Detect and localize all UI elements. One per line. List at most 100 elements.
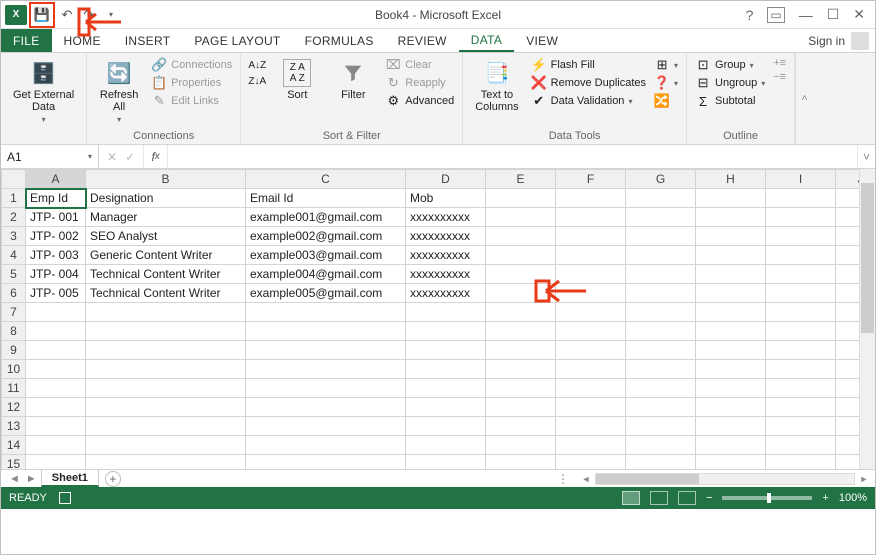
column-header-A[interactable]: A [26, 170, 86, 189]
cell-B2[interactable]: Manager [86, 208, 246, 227]
row-header-10[interactable]: 10 [2, 360, 26, 379]
maximize-icon[interactable]: ☐ [827, 6, 840, 23]
cell-E12[interactable] [486, 398, 556, 417]
page-break-view-button[interactable] [678, 491, 696, 505]
cell-E9[interactable] [486, 341, 556, 360]
cell-H6[interactable] [696, 284, 766, 303]
cell-H7[interactable] [696, 303, 766, 322]
cell-G13[interactable] [626, 417, 696, 436]
row-header-3[interactable]: 3 [2, 227, 26, 246]
hscroll-right[interactable]: ► [857, 472, 871, 486]
cell-C14[interactable] [246, 436, 406, 455]
row-header-12[interactable]: 12 [2, 398, 26, 417]
cell-D14[interactable] [406, 436, 486, 455]
help-icon[interactable]: ? [746, 7, 754, 23]
cell-A4[interactable]: JTP- 003 [26, 246, 86, 265]
cell-H11[interactable] [696, 379, 766, 398]
cell-E15[interactable] [486, 455, 556, 470]
edit-links-button[interactable]: ✎Edit Links [151, 93, 232, 109]
cell-F10[interactable] [556, 360, 626, 379]
cell-H13[interactable] [696, 417, 766, 436]
column-header-B[interactable]: B [86, 170, 246, 189]
close-icon[interactable]: ✕ [853, 6, 865, 23]
cell-H9[interactable] [696, 341, 766, 360]
cell-F6[interactable] [556, 284, 626, 303]
filter-button[interactable]: Filter [329, 57, 377, 103]
column-header-E[interactable]: E [486, 170, 556, 189]
cell-D12[interactable] [406, 398, 486, 417]
cell-I8[interactable] [766, 322, 836, 341]
cell-C3[interactable]: example002@gmail.com [246, 227, 406, 246]
cell-A9[interactable] [26, 341, 86, 360]
show-detail-button[interactable]: +≡ [773, 57, 786, 69]
sheet-nav-next[interactable]: ► [24, 473, 39, 485]
zoom-level[interactable]: 100% [839, 492, 867, 504]
row-header-5[interactable]: 5 [2, 265, 26, 284]
cell-G5[interactable] [626, 265, 696, 284]
cell-I9[interactable] [766, 341, 836, 360]
cell-E11[interactable] [486, 379, 556, 398]
cell-A11[interactable] [26, 379, 86, 398]
cell-C2[interactable]: example001@gmail.com [246, 208, 406, 227]
properties-button[interactable]: 📋Properties [151, 75, 232, 91]
cell-C11[interactable] [246, 379, 406, 398]
cell-G14[interactable] [626, 436, 696, 455]
collapse-ribbon-button[interactable]: ˄ [795, 53, 813, 144]
cell-A12[interactable] [26, 398, 86, 417]
normal-view-button[interactable] [622, 491, 640, 505]
new-sheet-button[interactable]: + [105, 471, 121, 487]
cell-D3[interactable]: xxxxxxxxxx [406, 227, 486, 246]
tab-view[interactable]: VIEW [514, 29, 570, 52]
cell-F9[interactable] [556, 341, 626, 360]
cell-D13[interactable] [406, 417, 486, 436]
cell-A5[interactable]: JTP- 004 [26, 265, 86, 284]
hscroll-left[interactable]: ◄ [579, 472, 593, 486]
cell-B4[interactable]: Generic Content Writer [86, 246, 246, 265]
tab-insert[interactable]: INSERT [113, 29, 183, 52]
cell-B12[interactable] [86, 398, 246, 417]
cell-I11[interactable] [766, 379, 836, 398]
sort-asc-button[interactable]: A↓Z [249, 57, 265, 73]
cancel-icon[interactable]: ✕ [107, 150, 117, 164]
ribbon-display-icon[interactable]: ▭ [767, 7, 784, 23]
cell-F2[interactable] [556, 208, 626, 227]
cell-F3[interactable] [556, 227, 626, 246]
cell-I10[interactable] [766, 360, 836, 379]
cell-F7[interactable] [556, 303, 626, 322]
cell-I15[interactable] [766, 455, 836, 470]
formula-input[interactable] [168, 145, 857, 168]
row-header-4[interactable]: 4 [2, 246, 26, 265]
subtotal-button[interactable]: ΣSubtotal [695, 93, 765, 109]
cell-D4[interactable]: xxxxxxxxxx [406, 246, 486, 265]
cell-F11[interactable] [556, 379, 626, 398]
cell-C1[interactable]: Email Id [246, 189, 406, 208]
cell-C5[interactable]: example004@gmail.com [246, 265, 406, 284]
advanced-button[interactable]: ⚙Advanced [385, 93, 454, 109]
data-validation-button[interactable]: ✔Data Validation ▾ [531, 93, 646, 109]
cell-B11[interactable] [86, 379, 246, 398]
cell-F12[interactable] [556, 398, 626, 417]
connections-button[interactable]: 🔗Connections [151, 57, 232, 73]
cell-B15[interactable] [86, 455, 246, 470]
cell-E3[interactable] [486, 227, 556, 246]
column-header-D[interactable]: D [406, 170, 486, 189]
cell-F4[interactable] [556, 246, 626, 265]
cell-H3[interactable] [696, 227, 766, 246]
cell-C13[interactable] [246, 417, 406, 436]
cell-D15[interactable] [406, 455, 486, 470]
row-header-14[interactable]: 14 [2, 436, 26, 455]
cell-G12[interactable] [626, 398, 696, 417]
tab-home[interactable]: HOME [52, 29, 113, 52]
cell-F8[interactable] [556, 322, 626, 341]
cell-F5[interactable] [556, 265, 626, 284]
column-header-C[interactable]: C [246, 170, 406, 189]
sheet-tab-1[interactable]: Sheet1 [41, 470, 99, 487]
cell-B5[interactable]: Technical Content Writer [86, 265, 246, 284]
cell-D6[interactable]: xxxxxxxxxx [406, 284, 486, 303]
cell-I2[interactable] [766, 208, 836, 227]
cell-C8[interactable] [246, 322, 406, 341]
cell-A3[interactable]: JTP- 002 [26, 227, 86, 246]
undo-button[interactable]: ↶ [57, 5, 77, 25]
qat-customize[interactable]: ▾ [101, 5, 121, 25]
column-header-H[interactable]: H [696, 170, 766, 189]
